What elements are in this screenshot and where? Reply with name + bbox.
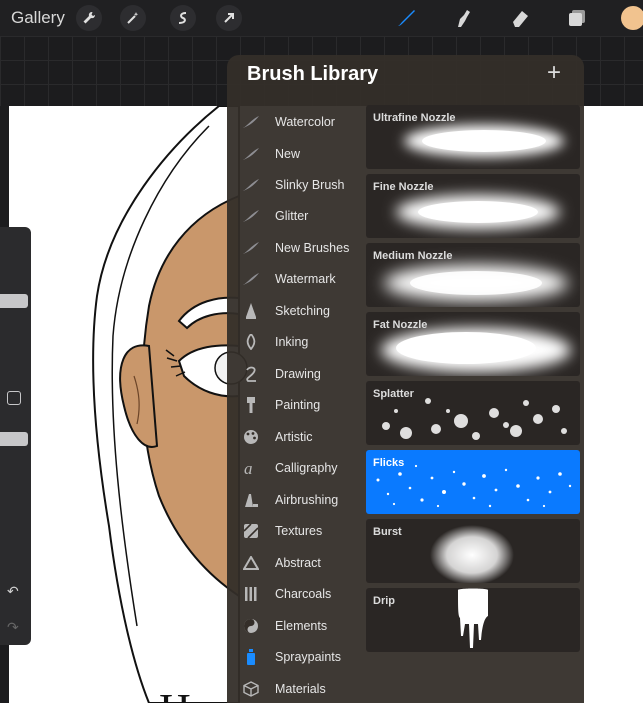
opacity-slider[interactable] bbox=[0, 432, 28, 446]
airbrush-icon bbox=[242, 491, 260, 509]
category-item[interactable]: Painting bbox=[227, 390, 362, 420]
category-item[interactable]: Watercolor bbox=[227, 107, 362, 137]
ink-nib-icon bbox=[242, 333, 260, 351]
category-item[interactable]: Drawing bbox=[227, 359, 362, 389]
selection-icon[interactable] bbox=[170, 5, 196, 31]
brush-stroke-icon bbox=[242, 239, 260, 257]
squiggle-icon bbox=[242, 365, 260, 383]
magic-wand-icon[interactable] bbox=[120, 5, 146, 31]
brush-item-medium-nozzle[interactable]: Medium Nozzle bbox=[366, 243, 580, 307]
category-item[interactable]: a Calligraphy bbox=[227, 453, 362, 483]
brush-category-list: Watercolor New Slinky Brush Glitter New … bbox=[227, 101, 362, 703]
texture-icon bbox=[242, 522, 260, 540]
category-item[interactable]: Artistic bbox=[227, 422, 362, 452]
brush-item-drip[interactable]: Drip bbox=[366, 588, 580, 652]
category-item[interactable]: Charcoals bbox=[227, 579, 362, 609]
brush-item-ultrafine-nozzle[interactable]: Ultrafine Nozzle bbox=[366, 105, 580, 169]
brush-stroke-icon bbox=[242, 145, 260, 163]
transform-arrow-icon[interactable] bbox=[216, 5, 242, 31]
triangle-icon bbox=[242, 554, 260, 572]
charcoal-icon bbox=[242, 585, 260, 603]
yin-yang-icon bbox=[242, 617, 260, 635]
brush-item-fat-nozzle[interactable]: Fat Nozzle bbox=[366, 312, 580, 376]
category-item[interactable]: Inking bbox=[227, 327, 362, 357]
brush-item-burst[interactable]: Burst bbox=[366, 519, 580, 583]
eraser-icon[interactable] bbox=[508, 6, 532, 30]
gallery-button[interactable]: Gallery bbox=[11, 8, 65, 28]
modify-button[interactable] bbox=[7, 391, 21, 405]
svg-text:a: a bbox=[244, 460, 253, 476]
brush-size-slider[interactable] bbox=[0, 294, 28, 308]
brush-item-fine-nozzle[interactable]: Fine Nozzle bbox=[366, 174, 580, 238]
brush-stroke-preview bbox=[458, 588, 488, 648]
calligraphy-icon: a bbox=[242, 459, 260, 477]
category-item[interactable]: Airbrushing bbox=[227, 485, 362, 515]
undo-icon[interactable]: ↶ bbox=[7, 583, 19, 600]
brush-item-flicks[interactable]: Flicks bbox=[366, 450, 580, 514]
brush-item-splatter[interactable]: Splatter bbox=[366, 381, 580, 445]
paint-brush-icon bbox=[242, 396, 260, 414]
category-item[interactable]: Textures bbox=[227, 516, 362, 546]
category-item[interactable]: Watermark bbox=[227, 264, 362, 294]
category-item[interactable]: Abstract bbox=[227, 548, 362, 578]
add-brush-button[interactable]: + bbox=[542, 61, 566, 85]
category-item[interactable]: Materials bbox=[227, 674, 362, 703]
category-item[interactable]: Elements bbox=[227, 611, 362, 641]
brush-stroke-icon bbox=[242, 176, 260, 194]
left-sidebar: ↶ ↷ bbox=[0, 227, 31, 645]
category-item[interactable]: Slinky Brush bbox=[227, 170, 362, 200]
top-toolbar: Gallery bbox=[0, 0, 643, 36]
category-item[interactable]: New bbox=[227, 139, 362, 169]
panel-title: Brush Library bbox=[247, 63, 379, 85]
spray-can-icon bbox=[242, 648, 260, 666]
category-item[interactable]: Glitter bbox=[227, 201, 362, 231]
pencil-tip-icon bbox=[242, 302, 260, 320]
category-item[interactable]: Sketching bbox=[227, 296, 362, 326]
brush-library-panel: Brush Library + Watercolor New Slinky Br… bbox=[227, 55, 584, 703]
brush-icon[interactable] bbox=[394, 6, 418, 30]
palette-icon bbox=[242, 428, 260, 446]
category-item[interactable]: Spraypaints bbox=[227, 642, 362, 672]
category-item[interactable]: New Brushes bbox=[227, 233, 362, 263]
layers-icon[interactable] bbox=[565, 6, 589, 30]
redo-icon[interactable]: ↷ bbox=[7, 619, 19, 636]
brush-stroke-icon bbox=[242, 207, 260, 225]
smudge-icon[interactable] bbox=[451, 6, 475, 30]
color-swatch[interactable] bbox=[621, 6, 643, 30]
brush-stroke-icon bbox=[242, 270, 260, 288]
wrench-icon[interactable] bbox=[76, 5, 102, 31]
cube-icon bbox=[242, 680, 260, 698]
brush-stroke-icon bbox=[242, 113, 260, 131]
